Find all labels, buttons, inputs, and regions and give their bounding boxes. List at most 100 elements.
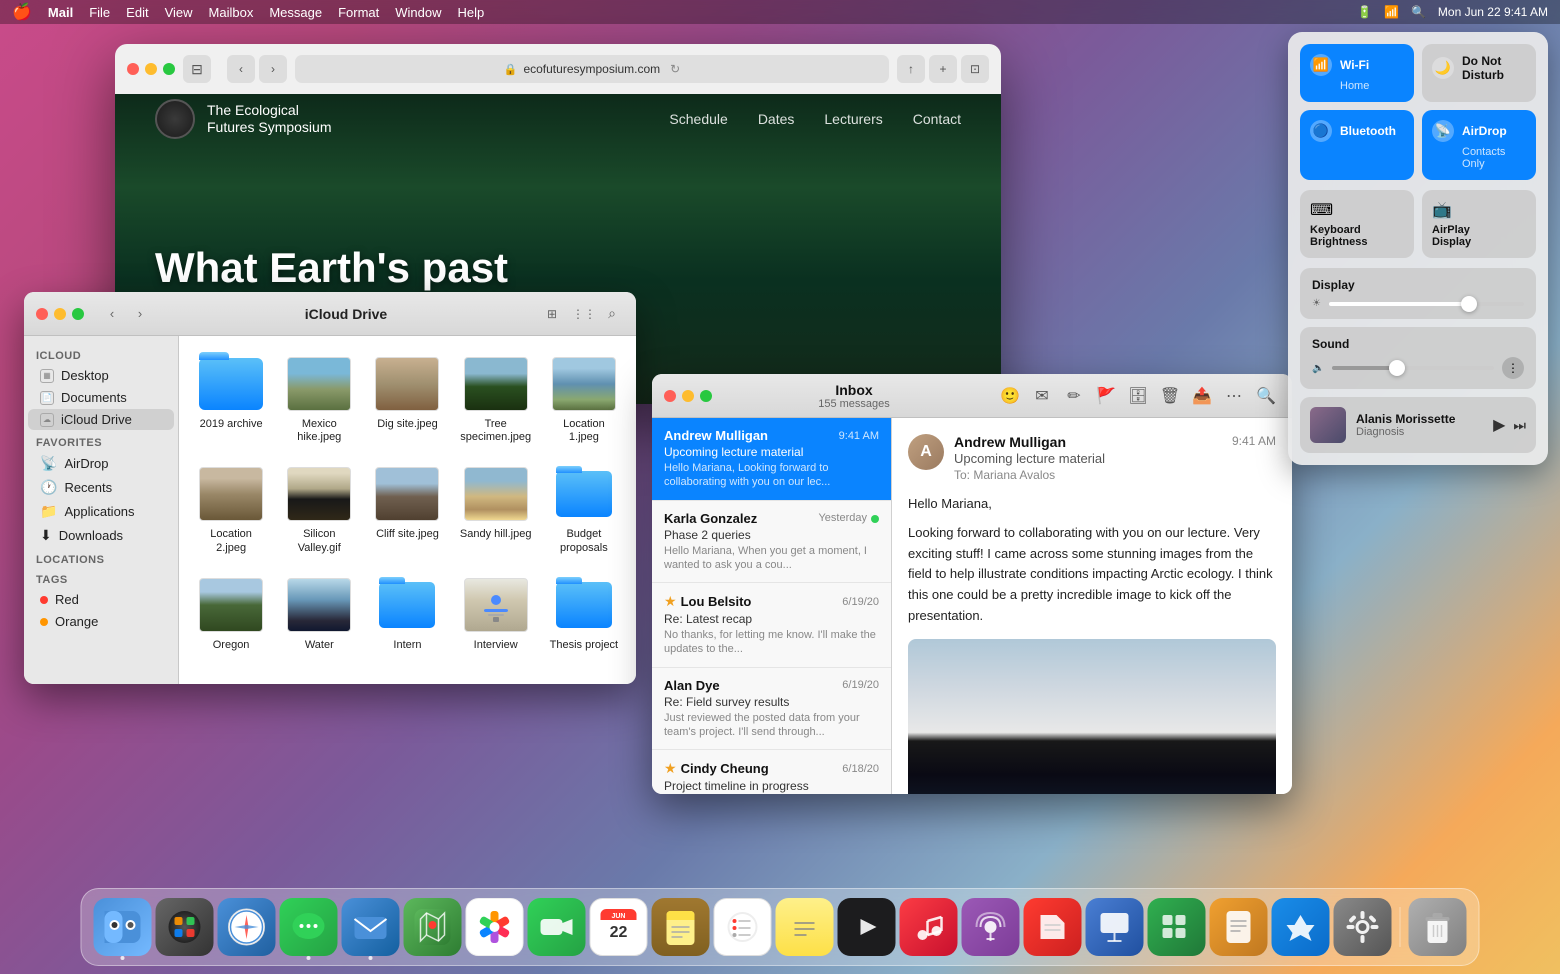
dock-icon-safari[interactable]	[218, 898, 276, 956]
apple-menu[interactable]: 🍎	[12, 2, 32, 22]
mail-message-3[interactable]: ★ Lou Belsito 6/19/20 Re: Latest recap N…	[652, 583, 891, 668]
file-item-oregon[interactable]: Oregon	[191, 569, 271, 658]
menubar-view[interactable]: View	[165, 5, 193, 20]
file-item-cliff[interactable]: Cliff site.jpeg	[367, 458, 447, 560]
dock-icon-pages[interactable]	[1210, 898, 1268, 956]
file-item-silicon[interactable]: Silicon Valley.gif	[279, 458, 359, 560]
finder-forward-button[interactable]: ›	[128, 302, 152, 326]
sound-slider-thumb[interactable]	[1389, 360, 1405, 376]
add-tab-button[interactable]: +	[929, 55, 957, 83]
dock-icon-keynote[interactable]	[1086, 898, 1144, 956]
cc-keyboard-tile[interactable]: ⌨ KeyboardBrightness	[1300, 190, 1414, 258]
display-slider[interactable]	[1329, 302, 1524, 306]
file-item-tree[interactable]: Tree specimen.jpeg	[456, 348, 536, 450]
dock-icon-notes[interactable]	[776, 898, 834, 956]
cc-bluetooth-tile[interactable]: 🔵 Bluetooth	[1300, 110, 1414, 180]
menubar-help[interactable]: Help	[458, 5, 485, 20]
dock-icon-messages[interactable]	[280, 898, 338, 956]
minimize-button[interactable]	[145, 63, 157, 75]
sidebar-item-desktop[interactable]: ▦ Desktop	[28, 365, 174, 386]
sidebar-tag-orange[interactable]: Orange	[28, 611, 174, 632]
menubar-edit[interactable]: Edit	[126, 5, 148, 20]
dock-icon-trash[interactable]	[1409, 898, 1467, 956]
emoji-button[interactable]: 🙂	[996, 382, 1024, 410]
file-item-digsite[interactable]: Dig site.jpeg	[367, 348, 447, 450]
dock-icon-music[interactable]	[900, 898, 958, 956]
file-item-location1[interactable]: Location 1.jpeg	[544, 348, 624, 450]
mail-message-1[interactable]: Andrew Mulligan 9:41 AM Upcoming lecture…	[652, 418, 891, 501]
mail-close-button[interactable]	[664, 390, 676, 402]
site-nav-dates[interactable]: Dates	[758, 111, 795, 127]
skip-forward-button[interactable]: ⏭	[1513, 417, 1526, 434]
maximize-button[interactable]	[163, 63, 175, 75]
file-item-mexico[interactable]: Mexico hike.jpeg	[279, 348, 359, 450]
site-nav-schedule[interactable]: Schedule	[669, 111, 727, 127]
menubar-window[interactable]: Window	[395, 5, 441, 20]
flag-button[interactable]: 🚩	[1092, 382, 1120, 410]
menubar-file[interactable]: File	[89, 5, 110, 20]
mail-search-button[interactable]: 🔍	[1252, 382, 1280, 410]
finder-close-button[interactable]	[36, 308, 48, 320]
finder-minimize-button[interactable]	[54, 308, 66, 320]
dock-icon-appstore[interactable]	[1272, 898, 1330, 956]
cc-airdrop-tile[interactable]: 📡 AirDrop Contacts Only	[1422, 110, 1536, 180]
dock-icon-photos[interactable]	[466, 898, 524, 956]
file-item-sandy[interactable]: Sandy hill.jpeg	[456, 458, 536, 560]
dock-icon-launchpad[interactable]	[156, 898, 214, 956]
dock-icon-numbers[interactable]	[1148, 898, 1206, 956]
file-item-interview[interactable]: Interview	[456, 569, 536, 658]
sidebar-toggle-button[interactable]: ⊟	[183, 55, 211, 83]
file-item-budget[interactable]: Budget proposals	[544, 458, 624, 560]
dock-icon-sysprefs[interactable]	[1334, 898, 1392, 956]
dock-icon-reminders[interactable]	[714, 898, 772, 956]
sidebar-item-recents[interactable]: 🕐 Recents	[28, 476, 174, 499]
site-nav-lecturers[interactable]: Lecturers	[824, 111, 882, 127]
sidebar-item-documents[interactable]: 📄 Documents	[28, 387, 174, 408]
file-item-2019archive[interactable]: 2019 archive	[191, 348, 271, 450]
site-nav-contact[interactable]: Contact	[913, 111, 961, 127]
finder-maximize-button[interactable]	[72, 308, 84, 320]
file-item-thesis[interactable]: Thesis project	[544, 569, 624, 658]
finder-search-button[interactable]: ⌕	[600, 302, 624, 326]
mail-message-4[interactable]: Alan Dye 6/19/20 Re: Field survey result…	[652, 668, 891, 751]
finder-back-button[interactable]: ‹	[100, 302, 124, 326]
dock-icon-notes-app[interactable]	[652, 898, 710, 956]
menubar-app[interactable]: Mail	[48, 5, 73, 20]
back-button[interactable]: ‹	[227, 55, 255, 83]
dock-icon-mail[interactable]	[342, 898, 400, 956]
menubar-format[interactable]: Format	[338, 5, 379, 20]
cc-dnd-tile[interactable]: 🌙 Do NotDisturb	[1422, 44, 1536, 102]
mail-minimize-button[interactable]	[682, 390, 694, 402]
play-button[interactable]: ▶	[1493, 415, 1505, 435]
dock-icon-maps[interactable]	[404, 898, 462, 956]
close-button[interactable]	[127, 63, 139, 75]
dock-icon-podcasts[interactable]	[962, 898, 1020, 956]
dock-icon-appletv[interactable]	[838, 898, 896, 956]
sidebar-item-applications[interactable]: 📁 Applications	[28, 500, 174, 523]
dock-icon-finder[interactable]	[94, 898, 152, 956]
file-item-location2[interactable]: Location 2.jpeg	[191, 458, 271, 560]
edit-button[interactable]: ✏	[1060, 382, 1088, 410]
show-tabs-button[interactable]: ⊡	[961, 55, 989, 83]
cc-airplay-tile[interactable]: 📺 AirPlayDisplay	[1422, 190, 1536, 258]
display-slider-thumb[interactable]	[1461, 296, 1477, 312]
sidebar-item-downloads[interactable]: ⬇ Downloads	[28, 524, 174, 547]
mail-maximize-button[interactable]	[700, 390, 712, 402]
forward-button[interactable]: ›	[259, 55, 287, 83]
menubar-mailbox[interactable]: Mailbox	[209, 5, 254, 20]
file-item-intern[interactable]: Intern	[367, 569, 447, 658]
dock-icon-facetime[interactable]	[528, 898, 586, 956]
sidebar-tag-red[interactable]: Red	[28, 589, 174, 610]
mail-message-2[interactable]: Karla Gonzalez Yesterday Phase 2 queries…	[652, 501, 891, 584]
delete-button[interactable]: 🗑	[1156, 382, 1184, 410]
file-item-water[interactable]: Water	[279, 569, 359, 658]
search-icon[interactable]: 🔍	[1411, 5, 1426, 19]
move-button[interactable]: 📤	[1188, 382, 1216, 410]
dock-icon-calendar[interactable]: JUN 22	[590, 898, 648, 956]
sidebar-item-icloud[interactable]: ☁ iCloud Drive	[28, 409, 174, 430]
more-actions-button[interactable]: ⋯	[1220, 382, 1248, 410]
url-bar[interactable]: 🔒 ecofuturesymposium.com ↻	[295, 55, 889, 83]
mail-message-5[interactable]: ★ Cindy Cheung 6/18/20 Project timeline …	[652, 750, 891, 794]
menubar-message[interactable]: Message	[269, 5, 322, 20]
sound-options-button[interactable]: ⋮	[1502, 357, 1524, 379]
